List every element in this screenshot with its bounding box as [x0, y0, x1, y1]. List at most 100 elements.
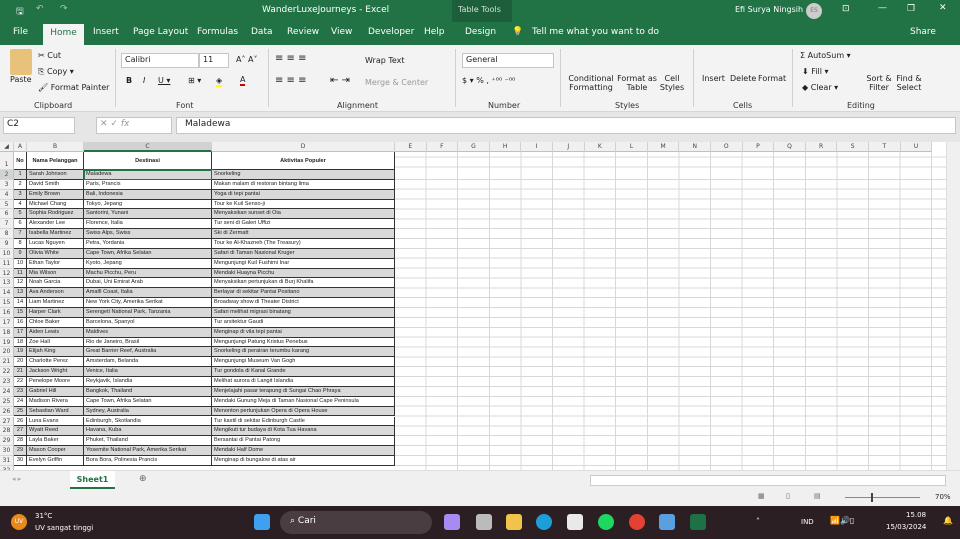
cell[interactable]: Santorini, Yunani	[84, 209, 212, 220]
row-header-4[interactable]: 4	[0, 189, 14, 200]
autosum-button[interactable]: Σ AutoSum ▾	[800, 51, 851, 60]
task-view-icon[interactable]	[476, 514, 492, 530]
column-header-S[interactable]: S	[837, 142, 869, 152]
zoom-slider[interactable]	[845, 493, 920, 502]
column-header-A[interactable]: A	[14, 142, 27, 152]
cut-button[interactable]: ✂ Cut	[38, 51, 61, 60]
view-page-break-icon[interactable]: ▤	[814, 492, 821, 500]
cell[interactable]: Isabella Martinez	[27, 229, 84, 240]
cell[interactable]: Layla Baker	[27, 436, 84, 447]
cell[interactable]: 16	[14, 317, 27, 328]
horizontal-scrollbar[interactable]	[590, 475, 946, 486]
cell[interactable]: Ski di Zermatt	[212, 229, 395, 240]
cell[interactable]: Evelyn Griffin	[27, 455, 84, 466]
row-header-1[interactable]: 1	[0, 152, 14, 170]
row-header-28[interactable]: 28	[0, 426, 14, 437]
cell[interactable]: David Smith	[27, 179, 84, 190]
cell[interactable]: Machu Picchu, Peru	[84, 268, 212, 279]
cell[interactable]: Bangkok, Thailand	[84, 386, 212, 397]
tab-view[interactable]: View	[331, 27, 352, 37]
row-header-17[interactable]: 17	[0, 317, 14, 328]
row-header-12[interactable]: 12	[0, 268, 14, 279]
cell[interactable]: Wyatt Reed	[27, 426, 84, 437]
share-button[interactable]: Share	[910, 27, 936, 37]
format-cells-button[interactable]: Format	[758, 74, 786, 83]
cell[interactable]: Berlayar di sekitar Pantai Positano	[212, 288, 395, 299]
row-header-14[interactable]: 14	[0, 288, 14, 299]
zoom-level[interactable]: 70%	[935, 493, 951, 501]
tab-page-layout[interactable]: Page Layout	[133, 27, 188, 37]
tab-design[interactable]: Design	[465, 27, 496, 37]
row-header-7[interactable]: 7	[0, 219, 14, 230]
cell[interactable]: Serengeti National Park, Tanzania	[84, 308, 212, 318]
cell[interactable]: 28	[14, 436, 27, 447]
bold-button[interactable]: B	[126, 76, 132, 85]
cell[interactable]: Menyaksikan sunset di Oia	[212, 209, 395, 220]
row-header-16[interactable]: 16	[0, 308, 14, 318]
column-header-K[interactable]: K	[584, 142, 617, 152]
cell[interactable]: 30	[14, 455, 27, 466]
cell[interactable]: Menonton pertunjukan Opera di Opera Hous…	[212, 406, 395, 417]
cell[interactable]: Tokyo, Jepang	[84, 199, 212, 210]
cell[interactable]: Snorkeling di perairan terumbu karang	[212, 347, 395, 358]
cell[interactable]: 23	[14, 386, 27, 397]
row-header-21[interactable]: 21	[0, 357, 14, 368]
row-header-11[interactable]: 11	[0, 258, 14, 269]
cell[interactable]: 13	[14, 288, 27, 299]
store-icon[interactable]	[567, 514, 583, 530]
wrap-text-button[interactable]: Wrap Text	[365, 56, 405, 65]
cell[interactable]: Menginap di bungalow di atas air	[212, 455, 395, 466]
start-icon[interactable]	[254, 514, 270, 530]
column-header-C[interactable]: C	[84, 142, 212, 152]
notepad-icon[interactable]	[659, 514, 675, 530]
cell[interactable]: Petra, Yordania	[84, 239, 212, 249]
column-header-Q[interactable]: Q	[774, 142, 806, 152]
row-header-19[interactable]: 19	[0, 337, 14, 348]
cell[interactable]: Paris, Prancis	[84, 179, 212, 190]
cell[interactable]: 21	[14, 367, 27, 378]
cell[interactable]: Mia Wilson	[27, 268, 84, 279]
cell[interactable]: Amsterdam, Belanda	[84, 357, 212, 368]
cell[interactable]: Tur gondola di Kanal Grande	[212, 367, 395, 378]
cell[interactable]: 15	[14, 308, 27, 318]
column-header-R[interactable]: R	[805, 142, 838, 152]
row-header-5[interactable]: 5	[0, 199, 14, 210]
cell[interactable]: Melihat aurora di Langit Islandia	[212, 377, 395, 387]
row-header-25[interactable]: 25	[0, 396, 14, 407]
cell[interactable]: Sophia Rodriguez	[27, 209, 84, 220]
cell[interactable]: Ethan Taylor	[27, 258, 84, 269]
excel-taskbar-icon[interactable]	[690, 514, 706, 530]
cell[interactable]: Amalfi Coast, Italia	[84, 288, 212, 299]
column-header-T[interactable]: T	[869, 142, 901, 152]
fill-button[interactable]: ⬇ Fill ▾	[802, 67, 829, 76]
cell[interactable]: 6	[14, 219, 27, 230]
file-explorer-icon[interactable]	[506, 514, 522, 530]
column-header-J[interactable]: J	[553, 142, 585, 152]
spotify-icon[interactable]	[598, 514, 614, 530]
cell[interactable]: Great Barrier Reef, Australia	[84, 347, 212, 358]
cell[interactable]: Tur kastil di sekitar Edinburgh Castle	[212, 416, 395, 427]
row-header-22[interactable]: 22	[0, 367, 14, 378]
cell[interactable]: Bersantai di Pantai Patong	[212, 436, 395, 447]
font-grow-shrink-icons[interactable]: A˄ A˅	[236, 55, 258, 64]
cell[interactable]: 8	[14, 239, 27, 249]
tell-me-search[interactable]: Tell me what you want to do	[532, 27, 659, 37]
row-header-26[interactable]: 26	[0, 406, 14, 417]
cell[interactable]: 7	[14, 229, 27, 240]
fill-color-icon[interactable]: ◈	[216, 76, 223, 87]
cell[interactable]: 22	[14, 377, 27, 387]
tab-file[interactable]: File	[13, 27, 28, 37]
cell[interactable]: Mendaki Half Dome	[212, 446, 395, 456]
cell[interactable]: Mendaki Gunung Meja di Taman Nasional Ca…	[212, 396, 395, 407]
cell-active-c2[interactable]: Maladewa	[83, 169, 213, 181]
cell[interactable]: 4	[14, 199, 27, 210]
row-header-29[interactable]: 29	[0, 436, 14, 447]
row-header-2[interactable]: 2	[0, 170, 14, 180]
cell[interactable]: Mendaki Huayna Picchu	[212, 268, 395, 279]
vertical-scrollbar[interactable]	[946, 142, 960, 470]
cell[interactable]: Mengunjungi Kuil Fushimi Inar	[212, 258, 395, 269]
cell[interactable]: Edinburgh, Skotlandia	[84, 416, 212, 427]
tab-help[interactable]: Help	[424, 27, 445, 37]
cell[interactable]: 5	[14, 209, 27, 220]
row-header-23[interactable]: 23	[0, 377, 14, 387]
